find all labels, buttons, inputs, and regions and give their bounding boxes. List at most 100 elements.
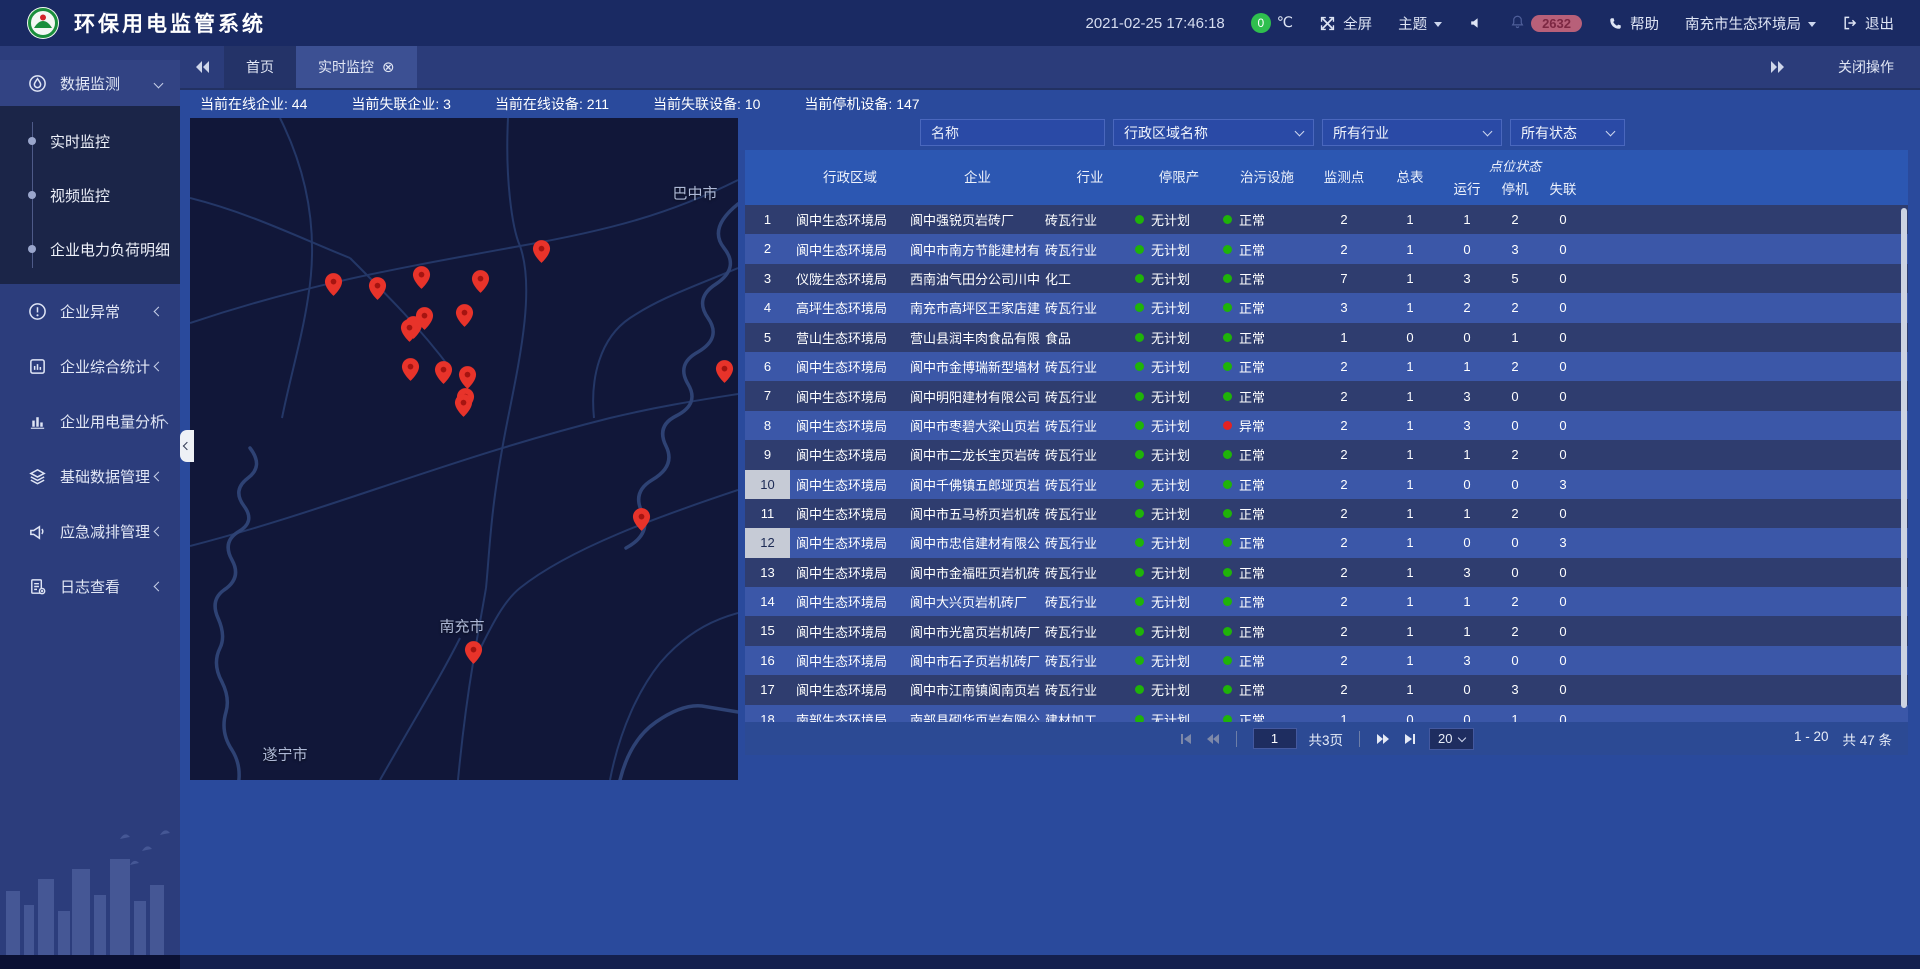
table-row[interactable]: 17 阆中生态环境局 阆中市江南镇阆南页岩 砖瓦行业 无计划 正常 2 1 0 … (745, 675, 1908, 704)
map-pin[interactable] (400, 318, 419, 343)
status-dot-icon (1135, 480, 1144, 489)
table-row[interactable]: 13 阆中生态环境局 阆中市金福旺页岩机砖 砖瓦行业 无计划 正常 2 1 3 … (745, 558, 1908, 587)
next-page-button[interactable] (1376, 732, 1391, 746)
column-header-stopped[interactable]: 停机 (1491, 179, 1539, 201)
enterprise-cell: 阆中市南方节能建材有 (910, 240, 1045, 259)
stop-production-cell: 无计划 (1135, 622, 1223, 641)
table-row[interactable]: 14 阆中生态环境局 阆中大兴页岩机砖厂 砖瓦行业 无计划 正常 2 1 1 2… (745, 587, 1908, 616)
close-operations-button[interactable]: 关闭操作 (1838, 57, 1894, 77)
column-header-offline[interactable]: 失联 (1539, 179, 1587, 201)
column-header-enterprise[interactable]: 企业 (910, 150, 1045, 205)
sidebar-item-power-analysis[interactable]: 企业用电量分析 (0, 394, 180, 449)
page-number-input[interactable] (1253, 728, 1297, 749)
table-row[interactable]: 6 阆中生态环境局 阆中市金博瑞新型墙材 砖瓦行业 无计划 正常 2 1 1 2… (745, 352, 1908, 381)
column-header-facility[interactable]: 治污设施 (1223, 150, 1311, 205)
sidebar-item-log-view[interactable]: 日志查看 (0, 559, 180, 614)
tab-home[interactable]: 首页 (224, 46, 296, 88)
total-meter-cell: 1 (1377, 594, 1443, 609)
map-pin[interactable] (715, 359, 734, 384)
status-select[interactable]: 所有状态 (1510, 119, 1625, 146)
map-pin[interactable] (471, 269, 490, 294)
table-row[interactable]: 10 阆中生态环境局 阆中千佛镇五郎垭页岩 砖瓦行业 无计划 正常 2 1 0 … (745, 470, 1908, 499)
monitor-points-cell: 3 (1311, 300, 1377, 315)
column-header-stop-production[interactable]: 停限产 (1135, 150, 1223, 205)
name-search-input[interactable] (920, 119, 1105, 146)
table-row[interactable]: 18 南部生态环境局 南部县砌华页岩有限公 建材加工 无计划 正常 1 0 0 … (745, 705, 1908, 722)
column-header-running[interactable]: 运行 (1443, 179, 1491, 201)
page-size-select[interactable]: 20 (1429, 728, 1474, 750)
sidebar-item-emergency-reduction[interactable]: 应急减排管理 (0, 504, 180, 559)
map-pin[interactable] (324, 272, 343, 297)
total-meter-cell: 1 (1377, 418, 1443, 433)
column-header-total-meter[interactable]: 总表 (1377, 150, 1443, 205)
table-row[interactable]: 4 高坪生态环境局 南充市高坪区王家店建 砖瓦行业 无计划 正常 3 1 2 2… (745, 293, 1908, 322)
column-header-monitor-points[interactable]: 监测点 (1311, 150, 1377, 205)
industry-select[interactable]: 所有行业 (1322, 119, 1502, 146)
table-row[interactable]: 16 阆中生态环境局 阆中市石子页岩机砖厂 砖瓦行业 无计划 正常 2 1 3 … (745, 646, 1908, 675)
region-cell: 阆中生态环境局 (790, 475, 910, 494)
sidebar-item-video-monitoring[interactable]: 视频监控 (0, 168, 180, 222)
facility-status-cell: 正常 (1223, 445, 1311, 464)
map-pin[interactable] (401, 357, 420, 382)
table-row[interactable]: 5 营山生态环境局 营山县润丰肉食品有限 食品 无计划 正常 1 0 0 1 0 (745, 323, 1908, 352)
layers-icon (28, 467, 47, 486)
chevron-left-icon (154, 472, 164, 482)
map-panel[interactable]: 巴中市南充市遂宁市 (190, 118, 738, 780)
table-row[interactable]: 9 阆中生态环境局 阆中市二龙长宝页岩砖 砖瓦行业 无计划 正常 2 1 1 2… (745, 440, 1908, 469)
monitor-points-cell: 2 (1311, 624, 1377, 639)
mute-speaker-button[interactable] (1468, 15, 1484, 31)
row-number-cell: 6 (745, 352, 790, 381)
temperature-indicator: 0 ℃ (1251, 13, 1293, 33)
fullscreen-button[interactable]: 全屏 (1319, 13, 1372, 34)
table-row[interactable]: 15 阆中生态环境局 阆中市光富页岩机砖厂 砖瓦行业 无计划 正常 2 1 1 … (745, 616, 1908, 645)
map-pin[interactable] (454, 393, 473, 418)
logout-button[interactable]: 退出 (1842, 13, 1894, 34)
notification-area[interactable]: 2632 (1510, 14, 1582, 33)
enterprise-cell: 阆中市金博瑞新型墙材 (910, 357, 1045, 376)
map-pin[interactable] (455, 303, 474, 328)
table-row[interactable]: 3 仪陇生态环境局 西南油气田分公司川中 化工 无计划 正常 7 1 3 5 0 (745, 264, 1908, 293)
tabs-scroll-right-button[interactable] (1756, 60, 1800, 74)
offline-cell: 0 (1539, 271, 1587, 286)
prev-page-button[interactable] (1205, 732, 1220, 746)
map-pin[interactable] (434, 360, 453, 385)
column-header-region[interactable]: 行政区域 (790, 150, 910, 205)
theme-menu[interactable]: 主题 (1398, 13, 1442, 34)
organization-menu[interactable]: 南充市生态环境局 (1685, 13, 1816, 34)
close-tab-icon[interactable]: ⊗ (382, 60, 395, 75)
last-page-button[interactable] (1403, 732, 1417, 746)
table-row[interactable]: 7 阆中生态环境局 阆中明阳建材有限公司 砖瓦行业 无计划 正常 2 1 3 0… (745, 381, 1908, 410)
tabs-scroll-left-button[interactable] (180, 46, 224, 88)
sidebar-item-enterprise-abnormal[interactable]: 企业异常 (0, 284, 180, 339)
status-dot-icon (1135, 509, 1144, 518)
region-select[interactable]: 行政区域名称 (1113, 119, 1314, 146)
table-row[interactable]: 8 阆中生态环境局 阆中市枣碧大梁山页岩 砖瓦行业 无计划 异常 2 1 3 0… (745, 411, 1908, 440)
map-pin[interactable] (412, 265, 431, 290)
sidebar-collapse-button[interactable] (180, 430, 194, 462)
stopped-cell: 0 (1491, 418, 1539, 433)
table-row[interactable]: 11 阆中生态环境局 阆中市五马桥页岩机砖 砖瓦行业 无计划 正常 2 1 1 … (745, 499, 1908, 528)
running-cell: 1 (1443, 506, 1491, 521)
table-row[interactable]: 1 阆中生态环境局 阆中强锐页岩砖厂 砖瓦行业 无计划 正常 2 1 1 2 0 (745, 205, 1908, 234)
table-row[interactable]: 12 阆中生态环境局 阆中市忠信建材有限公 砖瓦行业 无计划 正常 2 1 0 … (745, 528, 1908, 557)
column-header-industry[interactable]: 行业 (1045, 150, 1135, 205)
map-pin[interactable] (532, 239, 551, 264)
log-document-icon (28, 577, 47, 596)
map-pin[interactable] (632, 507, 651, 532)
sidebar-item-enterprise-statistics[interactable]: 企业综合统计 (0, 339, 180, 394)
status-dot-icon (1223, 685, 1232, 694)
stop-production-cell: 无计划 (1135, 504, 1223, 523)
map-pin[interactable] (368, 276, 387, 301)
map-pin[interactable] (464, 640, 483, 665)
table-scrollbar[interactable] (1901, 208, 1907, 708)
table-row[interactable]: 2 阆中生态环境局 阆中市南方节能建材有 砖瓦行业 无计划 正常 2 1 0 3… (745, 234, 1908, 263)
chevron-down-icon (1458, 733, 1466, 741)
help-button[interactable]: 帮助 (1608, 13, 1659, 34)
sidebar-item-power-load-detail[interactable]: 企业电力负荷明细 (0, 222, 180, 276)
tab-realtime-monitoring[interactable]: 实时监控 ⊗ (296, 46, 417, 88)
sidebar-item-data-monitoring[interactable]: 数据监测 (0, 60, 180, 106)
sidebar-item-basic-data[interactable]: 基础数据管理 (0, 449, 180, 504)
total-meter-cell: 1 (1377, 300, 1443, 315)
first-page-button[interactable] (1179, 732, 1193, 746)
sidebar-item-realtime-monitoring[interactable]: 实时监控 (0, 114, 180, 168)
